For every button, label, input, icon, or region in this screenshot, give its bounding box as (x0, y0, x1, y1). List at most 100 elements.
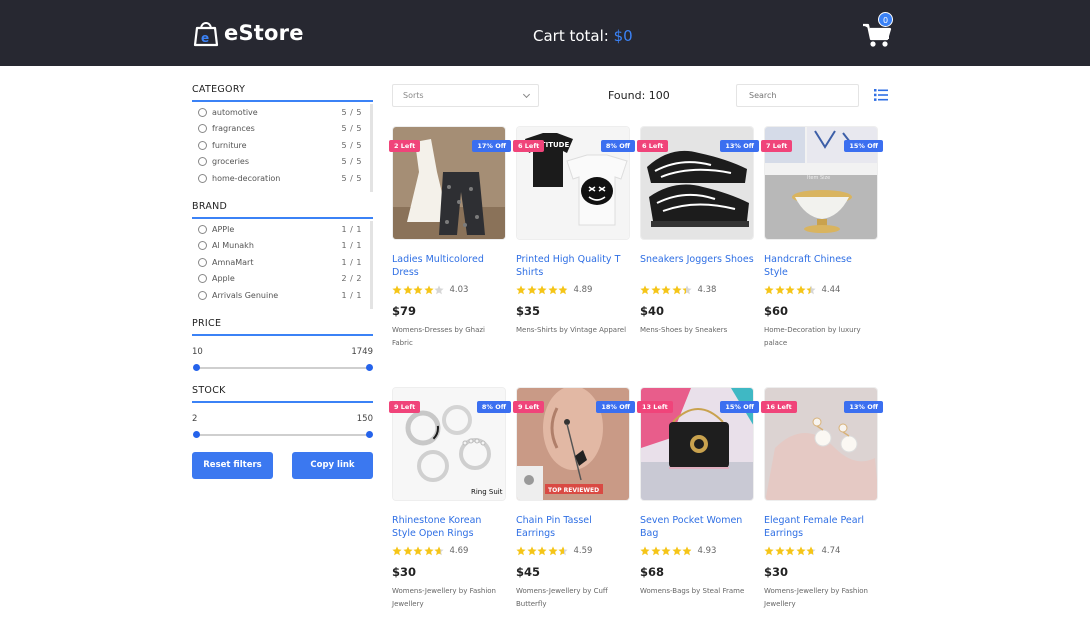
category-count: 5 / 5 (341, 107, 362, 117)
discount-badge: 17% Off (472, 140, 511, 152)
star-icon (423, 546, 434, 556)
star-icon (423, 285, 434, 295)
star-icon (547, 546, 558, 556)
chevron-down-icon (522, 90, 531, 99)
star-icon (795, 285, 806, 295)
product-price: $68 (640, 565, 665, 579)
product-title[interactable]: Handcraft Chinese Style (764, 254, 878, 279)
category-list[interactable]: automotive 5 / 5 fragrances 5 / 5 furnitur… (192, 104, 373, 192)
product-title[interactable]: Seven Pocket Women Bag (640, 515, 754, 540)
price-max-handle[interactable] (366, 364, 373, 371)
stock-min-handle[interactable] (193, 431, 200, 438)
stock-left-badge: 13 Left (637, 401, 673, 413)
product-rating: 4.38 (640, 285, 716, 295)
product-category-brand: Home-Decoration by luxury palace (764, 326, 861, 347)
product-category-brand: Womens-Bags by Steal Frame (640, 587, 745, 595)
search-input[interactable] (736, 84, 859, 107)
radio-icon[interactable] (198, 107, 207, 117)
brand-list[interactable]: APPle 1 / 1 Al Munakh 1 / 1 AmnaMart 1 / 1 … (192, 221, 373, 309)
radio-icon[interactable] (198, 290, 207, 300)
radio-icon[interactable] (198, 173, 207, 183)
category-item[interactable]: fragrances 5 / 5 (192, 121, 370, 138)
radio-icon[interactable] (198, 124, 207, 134)
category-item[interactable]: groceries 5 / 5 (192, 154, 370, 171)
product-category-brand: Mens-Shirts by Vintage Apparel (516, 326, 627, 334)
stock-max-handle[interactable] (366, 431, 373, 438)
star-icon (640, 546, 650, 556)
rating-value: 4.59 (573, 546, 593, 556)
radio-icon[interactable] (198, 157, 207, 167)
product-rating: 4.59 (516, 546, 592, 556)
stock-left-badge: 16 Left (761, 401, 797, 413)
category-item[interactable]: furniture 5 / 5 (192, 137, 370, 154)
star-icon (650, 546, 661, 556)
star-icon (402, 285, 413, 295)
category-label: groceries (212, 157, 250, 167)
discount-badge: 15% Off (720, 401, 759, 413)
star-icon (785, 285, 795, 295)
product-rating: 4.74 (764, 546, 840, 556)
category-count: 5 / 5 (341, 124, 362, 134)
radio-icon[interactable] (198, 257, 207, 267)
brand-item[interactable]: AmnaMart 1 / 1 (192, 254, 370, 271)
brand-item[interactable]: Al Munakh 1 / 1 (192, 238, 370, 255)
price-slider-track[interactable] (196, 367, 369, 369)
brand-title: BRAND (192, 201, 228, 212)
star-icon (785, 546, 795, 556)
radio-icon[interactable] (198, 274, 207, 284)
rating-value: 4.89 (573, 285, 593, 295)
star-icon (413, 285, 423, 295)
radio-icon[interactable] (198, 241, 207, 251)
category-label: automotive (212, 107, 258, 117)
category-divider (192, 100, 373, 102)
svg-text:Ring Suit: Ring Suit (471, 488, 503, 496)
category-title: CATEGORY (192, 84, 246, 95)
category-count: 5 / 5 (341, 157, 362, 167)
brand-name: eStore (224, 21, 304, 45)
price-min-handle[interactable] (193, 364, 200, 371)
stock-left-badge: 2 Left (389, 140, 421, 152)
stock-title: STOCK (192, 385, 226, 396)
product-title[interactable]: Printed High Quality T Shirts (516, 254, 630, 279)
stock-left-badge: 6 Left (637, 140, 669, 152)
price-divider (192, 334, 373, 336)
price-title: PRICE (192, 318, 222, 329)
product-title[interactable]: Elegant Female Pearl Earrings (764, 515, 878, 540)
product-category-brand: Mens-Shoes by Sneakers (640, 326, 728, 334)
product-title[interactable]: Ladies Multicolored Dress (392, 254, 506, 279)
brand-item[interactable]: Apple 2 / 2 (192, 271, 370, 288)
brand-logo[interactable]: e eStore (192, 18, 304, 48)
product-rating: 4.03 (392, 285, 468, 295)
brand-item[interactable]: Arrivals Genuine 1 / 1 (192, 287, 370, 304)
radio-icon[interactable] (198, 140, 207, 150)
brand-item[interactable]: APPle 1 / 1 (192, 221, 370, 238)
radio-icon[interactable] (198, 224, 207, 234)
rating-value: 4.93 (697, 546, 717, 556)
product-title[interactable]: Rhinestone Korean Style Open Rings (392, 515, 506, 540)
copy-link-button[interactable]: Copy link (292, 452, 373, 479)
stock-left-badge: 7 Left (761, 140, 793, 152)
category-count: 5 / 5 (341, 173, 362, 183)
brand-label: APPle (212, 224, 235, 234)
category-item[interactable]: home-decoration 5 / 5 (192, 170, 370, 187)
star-icon (806, 546, 816, 556)
product-title[interactable]: Chain Pin Tassel Earrings (516, 515, 630, 540)
discount-badge: 18% Off (596, 401, 635, 413)
product-price: $45 (516, 565, 541, 579)
list-view-icon[interactable] (874, 89, 888, 101)
star-icon (774, 285, 785, 295)
category-item[interactable]: automotive 5 / 5 (192, 104, 370, 121)
stock-slider-track[interactable] (196, 434, 369, 436)
product-price: $60 (764, 304, 789, 318)
stock-min: 2 (192, 414, 198, 424)
sort-select[interactable]: Sorts (392, 84, 539, 107)
star-icon (413, 546, 423, 556)
stock-left-badge: 9 Left (513, 401, 545, 413)
brand-label: AmnaMart (212, 257, 254, 267)
star-icon (516, 285, 526, 295)
cart-total: Cart total: $0 (533, 27, 633, 45)
product-title[interactable]: Sneakers Joggers Shoes (640, 254, 754, 267)
category-label: home-decoration (212, 173, 281, 183)
svg-text:e: e (201, 31, 209, 45)
reset-filters-button[interactable]: Reset filters (192, 452, 273, 479)
